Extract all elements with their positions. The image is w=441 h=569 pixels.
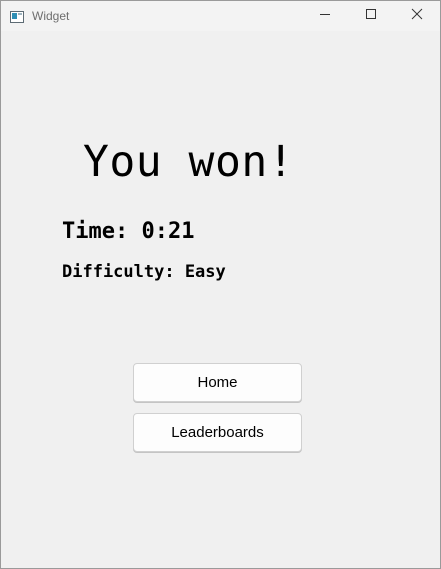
window-title: Widget xyxy=(32,9,70,23)
maximize-button[interactable] xyxy=(348,1,394,31)
minimize-button[interactable] xyxy=(302,1,348,31)
result-heading: You won! xyxy=(83,137,295,187)
app-window: Widget You won! Time: 0:21 Difficulty: E… xyxy=(0,0,441,569)
title-bar[interactable]: Widget xyxy=(1,1,440,31)
leaderboards-button[interactable]: Leaderboards xyxy=(133,413,302,452)
close-button[interactable] xyxy=(394,1,440,31)
maximize-icon xyxy=(365,7,377,25)
app-window-icon xyxy=(10,10,24,23)
close-icon xyxy=(411,7,423,25)
home-button[interactable]: Home xyxy=(133,363,302,402)
minimize-icon xyxy=(319,7,331,25)
time-label: Time: 0:21 xyxy=(62,219,195,244)
difficulty-label: Difficulty: Easy xyxy=(62,262,226,282)
